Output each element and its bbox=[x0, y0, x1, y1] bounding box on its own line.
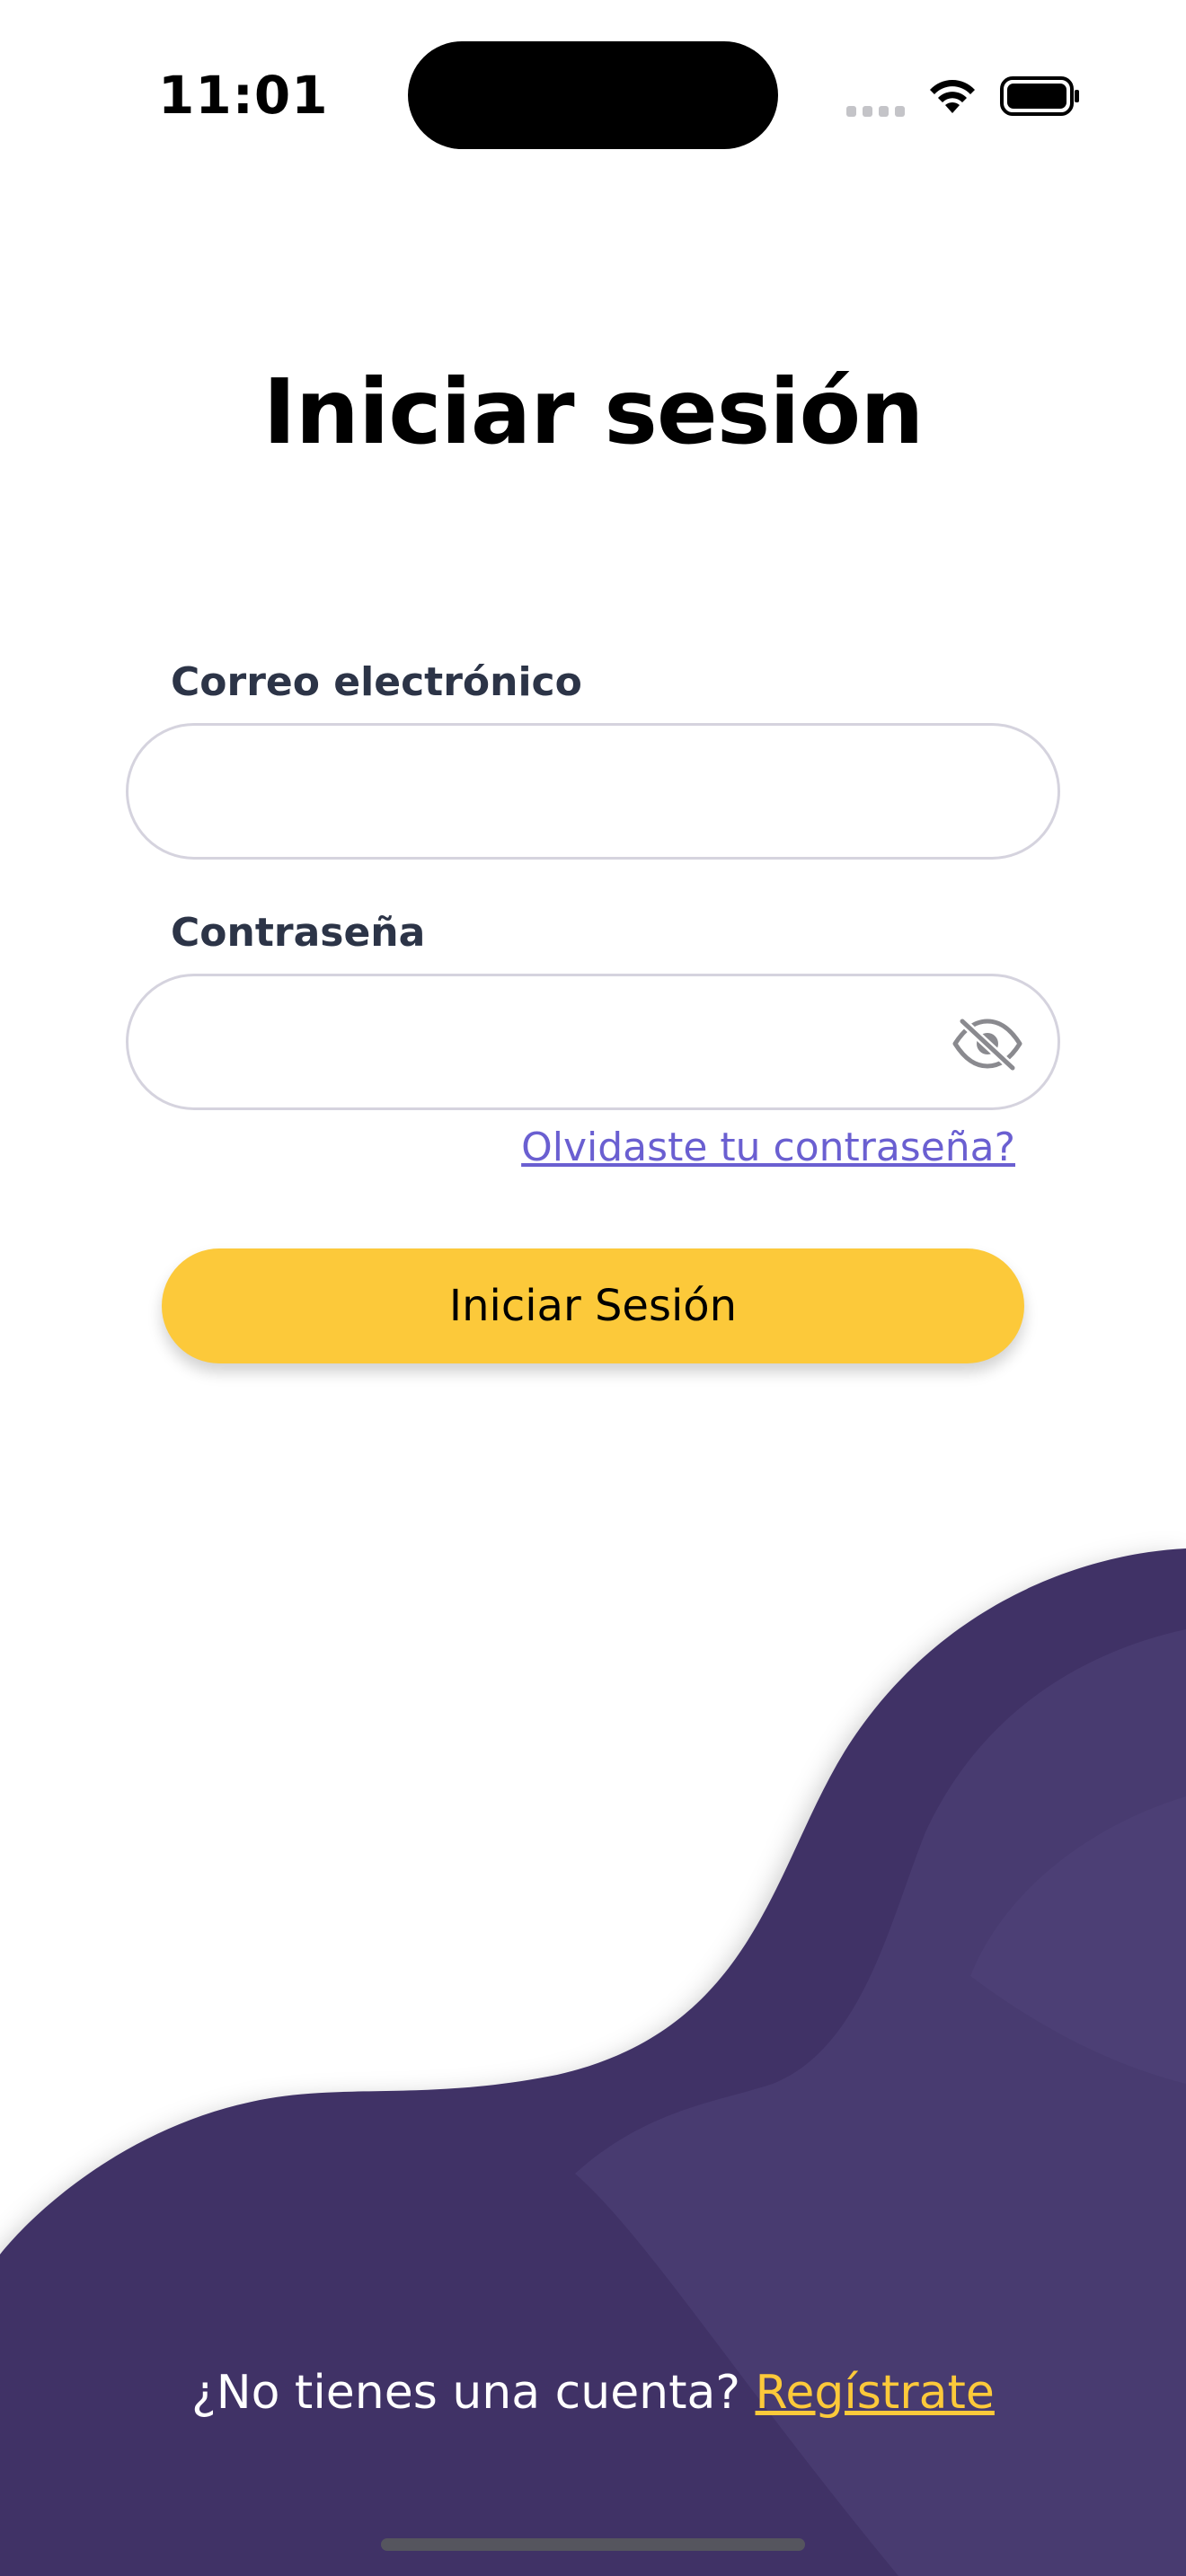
wifi-icon bbox=[930, 80, 975, 113]
password-input[interactable] bbox=[173, 976, 968, 1109]
email-field-container[interactable] bbox=[126, 723, 1060, 860]
toggle-password-visibility-button[interactable] bbox=[950, 1014, 1025, 1073]
email-input[interactable] bbox=[173, 726, 968, 859]
status-bar: 11:01 bbox=[0, 0, 1186, 180]
home-indicator[interactable] bbox=[381, 2538, 805, 2551]
cellular-signal-icon bbox=[846, 106, 905, 117]
email-label: Correo electrónico bbox=[171, 659, 582, 705]
dynamic-island bbox=[408, 41, 778, 149]
status-icons bbox=[845, 74, 1087, 119]
signup-row: ¿No tienes una cuenta? Regístrate bbox=[0, 2366, 1186, 2420]
password-label: Contraseña bbox=[171, 910, 426, 956]
forgot-password-link[interactable]: Olvidaste tu contraseña? bbox=[521, 1125, 1015, 1170]
page-title: Iniciar sesión bbox=[262, 359, 925, 464]
login-button[interactable]: Iniciar Sesión bbox=[162, 1248, 1024, 1363]
signup-link[interactable]: Regístrate bbox=[756, 2366, 995, 2420]
status-time: 11:01 bbox=[158, 65, 329, 126]
signup-prompt: ¿No tienes una cuenta? bbox=[191, 2366, 756, 2420]
battery-icon bbox=[1000, 76, 1079, 116]
eye-slash-icon bbox=[952, 1017, 1022, 1072]
password-field-container[interactable] bbox=[126, 974, 1060, 1110]
